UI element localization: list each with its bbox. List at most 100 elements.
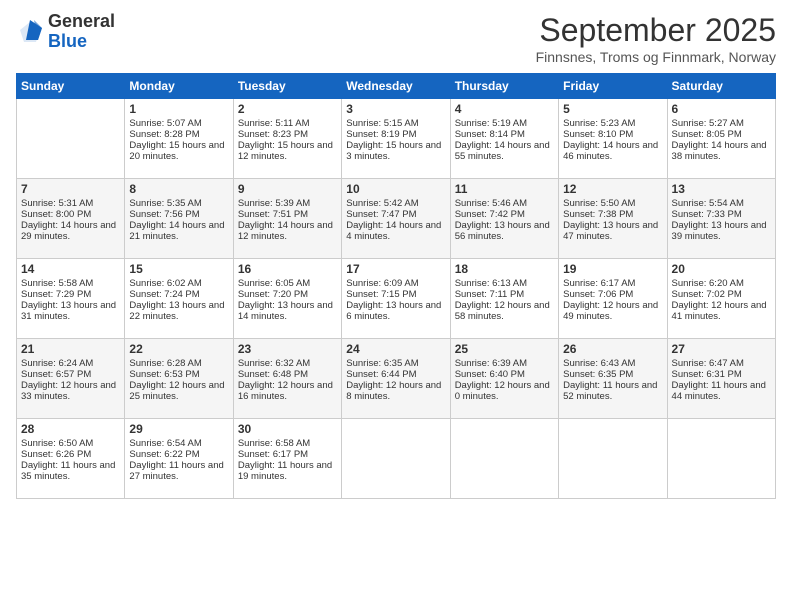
sunrise-text: Sunrise: 5:27 AM <box>672 118 771 129</box>
col-thursday: Thursday <box>450 74 558 99</box>
daylight-text: Daylight: 12 hours and 0 minutes. <box>455 380 554 402</box>
col-saturday: Saturday <box>667 74 775 99</box>
calendar-cell: 18Sunrise: 6:13 AMSunset: 7:11 PMDayligh… <box>450 259 558 339</box>
calendar-cell <box>17 99 125 179</box>
sunset-text: Sunset: 8:19 PM <box>346 129 445 140</box>
page: General Blue September 2025 Finnsnes, Tr… <box>0 0 792 612</box>
week-row-5: 28Sunrise: 6:50 AMSunset: 6:26 PMDayligh… <box>17 419 776 499</box>
calendar-cell: 30Sunrise: 6:58 AMSunset: 6:17 PMDayligh… <box>233 419 341 499</box>
sunrise-text: Sunrise: 6:47 AM <box>672 358 771 369</box>
daylight-text: Daylight: 15 hours and 3 minutes. <box>346 140 445 162</box>
daylight-text: Daylight: 14 hours and 12 minutes. <box>238 220 337 242</box>
calendar-cell: 28Sunrise: 6:50 AMSunset: 6:26 PMDayligh… <box>17 419 125 499</box>
sunset-text: Sunset: 7:11 PM <box>455 289 554 300</box>
day-number: 4 <box>455 102 554 116</box>
day-number: 21 <box>21 342 120 356</box>
sunset-text: Sunset: 7:06 PM <box>563 289 662 300</box>
day-number: 14 <box>21 262 120 276</box>
sunset-text: Sunset: 8:23 PM <box>238 129 337 140</box>
day-number: 3 <box>346 102 445 116</box>
sunrise-text: Sunrise: 6:20 AM <box>672 278 771 289</box>
calendar-cell: 15Sunrise: 6:02 AMSunset: 7:24 PMDayligh… <box>125 259 233 339</box>
col-monday: Monday <box>125 74 233 99</box>
daylight-text: Daylight: 12 hours and 33 minutes. <box>21 380 120 402</box>
day-number: 15 <box>129 262 228 276</box>
sunset-text: Sunset: 7:38 PM <box>563 209 662 220</box>
sunset-text: Sunset: 6:31 PM <box>672 369 771 380</box>
calendar-cell <box>559 419 667 499</box>
sunrise-text: Sunrise: 6:28 AM <box>129 358 228 369</box>
day-number: 18 <box>455 262 554 276</box>
day-number: 29 <box>129 422 228 436</box>
calendar-cell <box>450 419 558 499</box>
calendar-cell: 8Sunrise: 5:35 AMSunset: 7:56 PMDaylight… <box>125 179 233 259</box>
sunrise-text: Sunrise: 5:54 AM <box>672 198 771 209</box>
sunset-text: Sunset: 6:22 PM <box>129 449 228 460</box>
day-number: 19 <box>563 262 662 276</box>
calendar-cell: 20 Sunrise: 6:20 AMSunset: 7:02 PMDayligh… <box>667 259 775 339</box>
sunrise-text: Sunrise: 6:54 AM <box>129 438 228 449</box>
sunrise-text: Sunrise: 5:39 AM <box>238 198 337 209</box>
sunrise-text: Sunrise: 6:43 AM <box>563 358 662 369</box>
sunset-text: Sunset: 7:02 PM <box>672 289 771 300</box>
sunset-text: Sunset: 6:35 PM <box>563 369 662 380</box>
day-number: 28 <box>21 422 120 436</box>
sunrise-text: Sunrise: 5:19 AM <box>455 118 554 129</box>
daylight-text: Daylight: 14 hours and 46 minutes. <box>563 140 662 162</box>
day-number: 17 <box>346 262 445 276</box>
sunset-text: Sunset: 6:48 PM <box>238 369 337 380</box>
logo-general: General <box>48 11 115 31</box>
day-number: 22 <box>129 342 228 356</box>
day-number: 23 <box>238 342 337 356</box>
location-subtitle: Finnsnes, Troms og Finnmark, Norway <box>536 49 776 65</box>
daylight-text: Daylight: 11 hours and 27 minutes. <box>129 460 228 482</box>
sunrise-text: Sunrise: 5:15 AM <box>346 118 445 129</box>
sunset-text: Sunset: 6:53 PM <box>129 369 228 380</box>
sunset-text: Sunset: 6:17 PM <box>238 449 337 460</box>
day-number: 24 <box>346 342 445 356</box>
daylight-text: Daylight: 13 hours and 6 minutes. <box>346 300 445 322</box>
day-number: 2 <box>238 102 337 116</box>
day-number: 5 <box>563 102 662 116</box>
sunset-text: Sunset: 6:57 PM <box>21 369 120 380</box>
daylight-text: Daylight: 11 hours and 35 minutes. <box>21 460 120 482</box>
day-number: 25 <box>455 342 554 356</box>
calendar-cell: 7Sunrise: 5:31 AMSunset: 8:00 PMDaylight… <box>17 179 125 259</box>
day-number: 20 <box>672 262 771 276</box>
daylight-text: Daylight: 12 hours and 49 minutes. <box>563 300 662 322</box>
week-row-4: 21Sunrise: 6:24 AMSunset: 6:57 PMDayligh… <box>17 339 776 419</box>
daylight-text: Daylight: 12 hours and 41 minutes. <box>672 300 771 322</box>
daylight-text: Daylight: 13 hours and 39 minutes. <box>672 220 771 242</box>
day-number: 12 <box>563 182 662 196</box>
sunset-text: Sunset: 8:05 PM <box>672 129 771 140</box>
day-number: 11 <box>455 182 554 196</box>
sunset-text: Sunset: 7:33 PM <box>672 209 771 220</box>
daylight-text: Daylight: 14 hours and 55 minutes. <box>455 140 554 162</box>
day-number: 27 <box>672 342 771 356</box>
daylight-text: Daylight: 11 hours and 52 minutes. <box>563 380 662 402</box>
calendar-cell: 26Sunrise: 6:43 AMSunset: 6:35 PMDayligh… <box>559 339 667 419</box>
calendar-cell: 9Sunrise: 5:39 AMSunset: 7:51 PMDaylight… <box>233 179 341 259</box>
sunset-text: Sunset: 8:28 PM <box>129 129 228 140</box>
calendar-cell: 12Sunrise: 5:50 AMSunset: 7:38 PMDayligh… <box>559 179 667 259</box>
sunset-text: Sunset: 7:29 PM <box>21 289 120 300</box>
daylight-text: Daylight: 14 hours and 29 minutes. <box>21 220 120 242</box>
sunset-text: Sunset: 7:56 PM <box>129 209 228 220</box>
sunset-text: Sunset: 7:15 PM <box>346 289 445 300</box>
day-number: 7 <box>21 182 120 196</box>
calendar-cell: 5Sunrise: 5:23 AMSunset: 8:10 PMDaylight… <box>559 99 667 179</box>
sunrise-text: Sunrise: 6:17 AM <box>563 278 662 289</box>
sunrise-text: Sunrise: 6:02 AM <box>129 278 228 289</box>
sunrise-text: Sunrise: 5:31 AM <box>21 198 120 209</box>
calendar-cell: 22Sunrise: 6:28 AMSunset: 6:53 PMDayligh… <box>125 339 233 419</box>
sunrise-text: Sunrise: 5:50 AM <box>563 198 662 209</box>
sunrise-text: Sunrise: 5:42 AM <box>346 198 445 209</box>
calendar-cell: 27Sunrise: 6:47 AMSunset: 6:31 PMDayligh… <box>667 339 775 419</box>
col-tuesday: Tuesday <box>233 74 341 99</box>
header: General Blue September 2025 Finnsnes, Tr… <box>16 12 776 65</box>
sunrise-text: Sunrise: 6:50 AM <box>21 438 120 449</box>
week-row-1: 1Sunrise: 5:07 AMSunset: 8:28 PMDaylight… <box>17 99 776 179</box>
calendar-cell <box>342 419 450 499</box>
title-block: September 2025 Finnsnes, Troms og Finnma… <box>536 12 776 65</box>
daylight-text: Daylight: 15 hours and 20 minutes. <box>129 140 228 162</box>
